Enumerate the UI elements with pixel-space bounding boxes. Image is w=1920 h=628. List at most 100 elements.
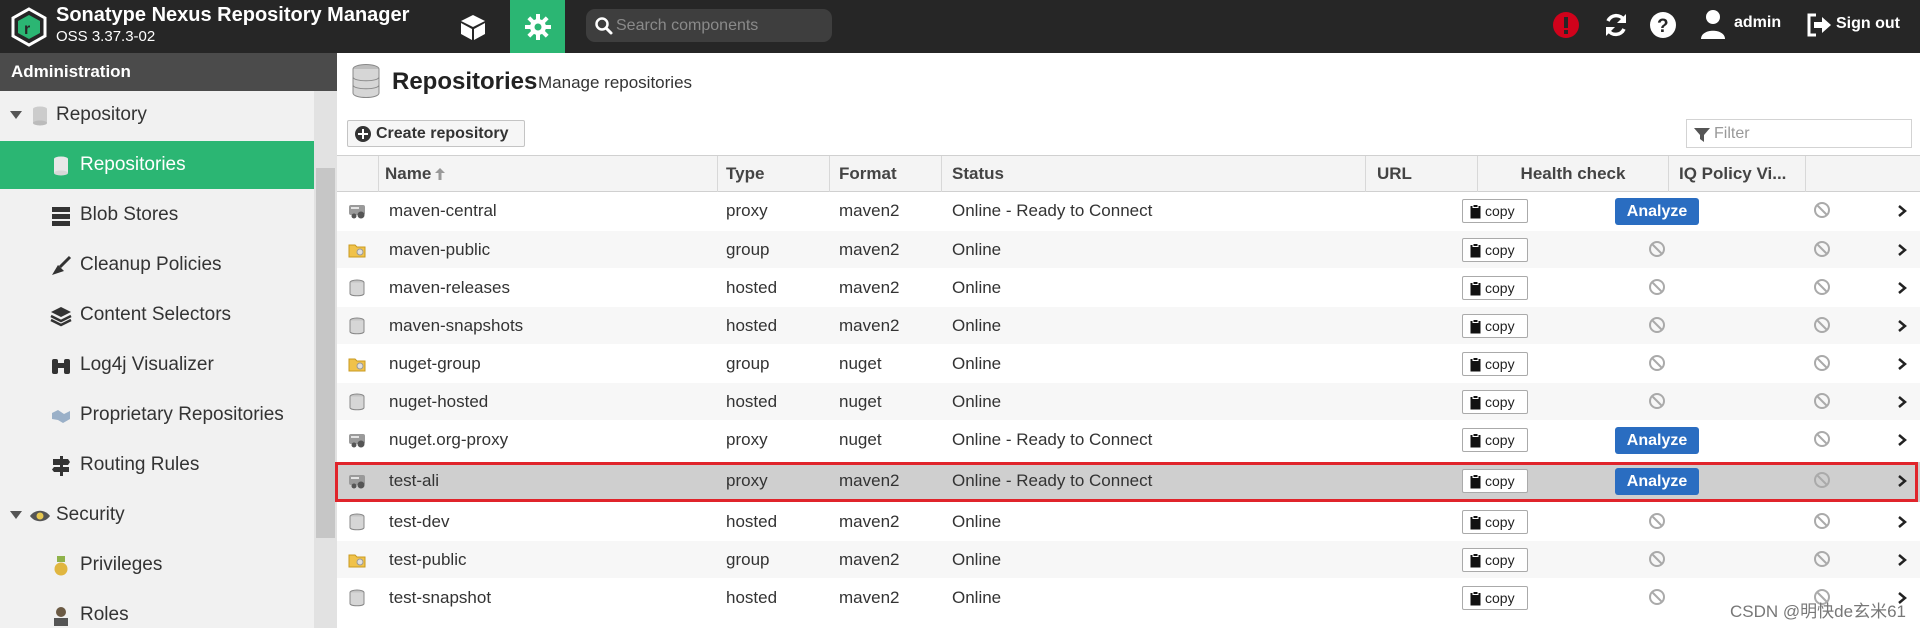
not-available-icon [1813, 550, 1831, 568]
table-row[interactable]: test-dev hosted maven2 Online copy [337, 503, 1920, 540]
copy-url-button[interactable]: copy [1462, 586, 1528, 610]
copy-url-button[interactable]: copy [1462, 314, 1528, 338]
user-name[interactable]: admin [1734, 14, 1781, 32]
sidebar-item-content-selectors[interactable]: Content Selectors [0, 291, 314, 339]
signout-button[interactable]: Sign out [1806, 10, 1916, 40]
chevron-right-icon[interactable] [1897, 203, 1907, 217]
table-row[interactable]: nuget.org-proxy proxy nuget Online - Ready … [337, 421, 1920, 458]
copy-label: copy [1485, 280, 1515, 296]
repository-status: Online [952, 316, 1002, 335]
sidebar-item-label: Roles [80, 604, 129, 625]
chevron-right-icon[interactable] [1897, 514, 1907, 528]
chevron-right-icon[interactable] [1897, 552, 1907, 566]
copy-url-button[interactable]: copy [1462, 238, 1528, 262]
copy-url-button[interactable]: copy [1462, 352, 1528, 376]
table-row[interactable]: test-snapshot hosted maven2 Online copy [337, 579, 1920, 616]
hosted-repository-icon [348, 279, 366, 297]
copy-url-button[interactable]: copy [1462, 199, 1528, 223]
sidebar-item-proprietary-repositories[interactable]: Proprietary Repositories [0, 391, 314, 439]
chevron-right-icon[interactable] [1897, 280, 1907, 294]
sidebar-item-label: Cleanup Policies [80, 254, 222, 275]
hosted-repository-icon [348, 513, 366, 531]
chevron-right-icon[interactable] [1897, 394, 1907, 408]
repository-status: Online [952, 588, 1002, 607]
chevron-right-icon[interactable] [1897, 318, 1907, 332]
repository-type: group [726, 354, 770, 373]
repository-name: test-public [389, 550, 467, 569]
table-row[interactable]: nuget-group group nuget Online copy [337, 345, 1920, 382]
sidebar-item-label: Repositories [80, 154, 186, 175]
svg-text:?: ? [1657, 16, 1669, 37]
table-row[interactable]: maven-public group maven2 Online copy [337, 231, 1920, 268]
table-row[interactable]: maven-releases hosted maven2 Online copy [337, 269, 1920, 306]
user-icon[interactable] [1700, 8, 1726, 40]
alert-icon[interactable] [1549, 8, 1583, 42]
column-header-health-check[interactable]: Health check [1478, 156, 1669, 192]
help-icon[interactable]: ? [1646, 8, 1680, 42]
column-header-status[interactable]: Status [942, 156, 1366, 192]
copy-url-button[interactable]: copy [1462, 428, 1528, 452]
not-available-icon [1648, 588, 1666, 606]
sidebar-item-roles[interactable]: Roles [0, 591, 314, 628]
chevron-right-icon[interactable] [1897, 356, 1907, 370]
column-header-label: Type [726, 164, 765, 183]
table-row[interactable]: maven-snapshots hosted maven2 Online copy [337, 307, 1920, 344]
search-box [586, 9, 832, 42]
sidebar-item-privileges[interactable]: Privileges [0, 541, 314, 589]
sidebar-group-security[interactable]: Security [0, 491, 314, 539]
repository-format: nuget [839, 392, 882, 411]
repository-name: maven-public [389, 240, 491, 259]
copy-url-button[interactable]: copy [1462, 390, 1528, 414]
analyze-button[interactable]: Analyze [1615, 427, 1699, 454]
create-repository-button[interactable]: Create repository [347, 120, 525, 147]
chevron-right-icon[interactable] [1897, 432, 1907, 446]
column-header-format[interactable]: Format [830, 156, 942, 192]
chevron-right-icon[interactable] [1897, 242, 1907, 256]
table-row[interactable]: test-public group maven2 Online copy [337, 541, 1920, 578]
repository-format: nuget [839, 430, 882, 449]
column-header-type[interactable]: Type [718, 156, 830, 192]
analyze-button[interactable]: Analyze [1615, 198, 1699, 225]
handshake-icon [52, 410, 70, 423]
sidebar-scrollbar-thumb[interactable] [316, 168, 335, 538]
search-input[interactable] [616, 9, 826, 42]
filter-input[interactable] [1714, 120, 1904, 147]
sidebar-group-repository[interactable]: Repository [0, 91, 314, 139]
selection-highlight [335, 462, 1918, 502]
table-row[interactable]: test-ali proxy maven2 Online - Ready to Con… [335, 462, 1920, 502]
binoculars-icon [52, 359, 70, 374]
browse-nav-button[interactable] [450, 0, 496, 53]
copy-label: copy [1485, 514, 1515, 530]
column-header-name[interactable]: Name [379, 156, 718, 192]
repository-name: maven-snapshots [389, 316, 524, 335]
column-header-label: Status [952, 164, 1004, 183]
copy-label: copy [1485, 432, 1515, 448]
copy-url-button[interactable]: copy [1462, 510, 1528, 534]
sidebar-item-cleanup-policies[interactable]: Cleanup Policies [0, 241, 314, 289]
database-icon [33, 106, 47, 126]
repository-name: nuget-group [389, 354, 481, 373]
sidebar: Administration Repository Repositories B… [0, 53, 337, 628]
grid-header: Name Type Format Status URL Health check… [337, 155, 1920, 192]
repository-type: hosted [726, 392, 778, 411]
sidebar-item-log4j-visualizer[interactable]: Log4j Visualizer [0, 341, 314, 389]
copy-label: copy [1485, 318, 1515, 334]
sidebar-item-repositories[interactable]: Repositories [0, 141, 314, 189]
admin-nav-button[interactable] [510, 0, 565, 53]
copy-url-button[interactable]: copy [1462, 276, 1528, 300]
sidebar-header: Administration [0, 53, 337, 91]
repository-status: Online [952, 550, 1002, 569]
sidebar-item-blob-stores[interactable]: Blob Stores [0, 191, 314, 239]
column-header-url[interactable]: URL [1366, 156, 1478, 192]
repository-type: proxy [726, 201, 768, 220]
table-row[interactable]: nuget-hosted hosted nuget Online copy [337, 383, 1920, 420]
refresh-icon[interactable] [1599, 8, 1633, 42]
clipboard-icon [1470, 591, 1481, 606]
table-row[interactable]: maven-central proxy maven2 Online - Ready t… [337, 192, 1920, 229]
copy-url-button[interactable]: copy [1462, 548, 1528, 572]
sidebar-item-routing-rules[interactable]: Routing Rules [0, 441, 314, 489]
repository-status: Online [952, 512, 1002, 531]
copy-label: copy [1485, 590, 1515, 606]
column-header-label: Format [839, 164, 897, 183]
column-header-iq-policy[interactable]: IQ Policy Vi... [1669, 156, 1806, 192]
